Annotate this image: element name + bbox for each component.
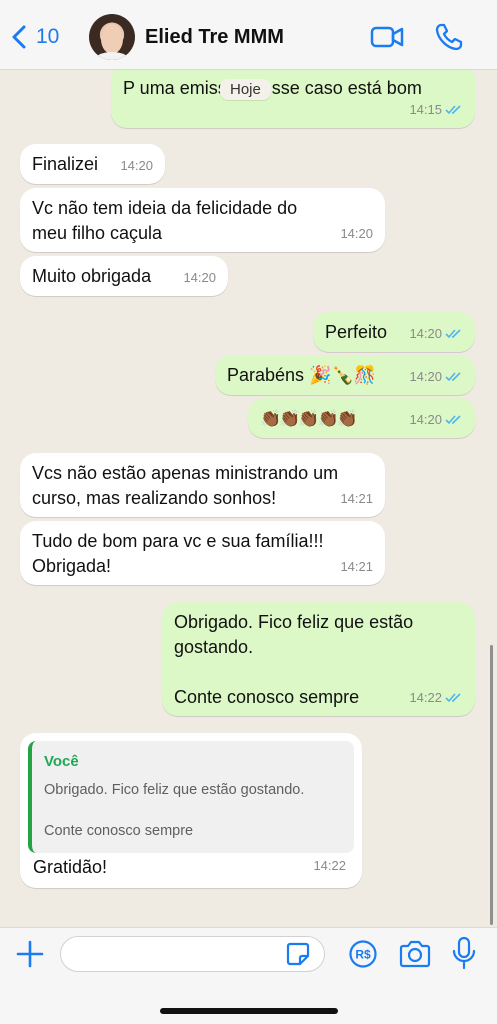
double-check-icon xyxy=(445,329,461,339)
message-meta: 14:15 xyxy=(409,97,463,122)
message-text: Vcs não estão apenas ministrando um curs… xyxy=(32,463,339,508)
quote-text-line1: Obrigado. Fico feliz que estão gostando. xyxy=(44,782,305,798)
message-meta: 14:22 xyxy=(409,685,463,710)
back-button[interactable]: 10 xyxy=(10,22,59,52)
quoted-message[interactable]: Você Obrigado. Fico feliz que estão gost… xyxy=(28,741,354,853)
double-check-icon xyxy=(445,415,461,425)
message-meta: 14:20 xyxy=(409,321,463,346)
home-indicator xyxy=(160,1008,338,1014)
message-text: Parabéns 🎉🍾🎊 xyxy=(227,365,377,385)
message-meta: 14:22 xyxy=(313,853,346,878)
message-time: 14:20 xyxy=(340,226,373,241)
message-meta: 14:20 xyxy=(340,221,373,246)
message-time: 14:21 xyxy=(340,491,373,506)
video-call-icon[interactable] xyxy=(370,22,404,52)
message-text: Perfeito xyxy=(325,322,388,342)
avatar-face xyxy=(101,24,123,54)
avatar[interactable] xyxy=(89,14,135,60)
phone-icon[interactable] xyxy=(432,22,466,52)
message-text: Vc não tem ideia da felicidade do meu fi… xyxy=(32,198,298,243)
message-time: 14:20 xyxy=(409,326,442,341)
scrollbar[interactable] xyxy=(490,645,493,925)
message-bubble-outgoing[interactable]: Obrigado. Fico feliz que estão gostando.… xyxy=(162,602,475,716)
microphone-icon[interactable] xyxy=(451,936,477,970)
message-bubble-outgoing[interactable]: P uma emissão nesse caso está bom 14:15 xyxy=(111,70,475,128)
quote-author: Você xyxy=(44,753,79,770)
avatar-shirt xyxy=(93,52,131,60)
chevron-left-icon xyxy=(12,25,26,49)
message-time: 14:20 xyxy=(120,158,153,173)
message-meta: 14:20 xyxy=(409,407,463,432)
message-text: Finalizei xyxy=(32,154,99,174)
message-meta: 14:21 xyxy=(340,554,373,579)
message-bubble-incoming[interactable]: Vc não tem ideia da felicidade do meu fi… xyxy=(20,188,385,252)
message-list[interactable]: P uma emissão nesse caso está bom 14:15 … xyxy=(0,70,497,927)
message-time: 14:20 xyxy=(183,270,216,285)
message-meta: 14:21 xyxy=(340,486,373,511)
message-text-line1: Obrigado. Fico feliz que estão gostando. xyxy=(174,612,414,657)
message-time: 14:22 xyxy=(409,690,442,705)
message-text: Gratidão! xyxy=(33,857,108,877)
message-bubble-incoming[interactable]: Tudo de bom para vc e sua família!!! Obr… xyxy=(20,521,385,585)
message-text: Muito obrigada xyxy=(32,266,152,286)
svg-text:R$: R$ xyxy=(355,948,371,962)
unread-count: 10 xyxy=(36,25,60,48)
double-check-icon xyxy=(445,693,461,703)
message-bubble-incoming[interactable]: Finalizei 14:20 xyxy=(20,144,165,184)
quote-text-line2: Conte conosco sempre xyxy=(44,823,194,839)
message-bubble-outgoing[interactable]: 👏🏾👏🏾👏🏾👏🏾👏🏾 14:20 xyxy=(248,398,475,438)
plus-icon[interactable] xyxy=(16,940,44,968)
date-separator: Hoje xyxy=(220,79,271,100)
message-bubble-incoming[interactable]: Você Obrigado. Fico feliz que estão gost… xyxy=(20,733,362,888)
pix-payment-icon[interactable]: R$ xyxy=(348,939,378,969)
message-text: P uma emissão nesse caso está bom xyxy=(123,78,422,98)
message-text: Tudo de bom para vc e sua família!!! Obr… xyxy=(32,531,324,576)
message-time: 14:21 xyxy=(340,559,373,574)
composer-bar: R$ xyxy=(0,927,497,1024)
message-time: 14:20 xyxy=(409,369,442,384)
message-bubble-outgoing[interactable]: Perfeito 14:20 xyxy=(313,312,475,352)
double-check-icon xyxy=(445,105,461,115)
message-meta: 14:20 xyxy=(409,364,463,389)
double-check-icon xyxy=(445,372,461,382)
message-meta: 14:20 xyxy=(183,265,216,290)
message-bubble-outgoing[interactable]: Parabéns 🎉🍾🎊 14:20 xyxy=(215,355,475,395)
sticker-icon[interactable] xyxy=(285,941,311,967)
message-bubble-incoming[interactable]: Vcs não estão apenas ministrando um curs… xyxy=(20,453,385,517)
camera-icon[interactable] xyxy=(398,939,432,969)
message-time: 14:22 xyxy=(313,858,346,873)
contact-name[interactable]: Elied Tre MMM xyxy=(145,26,284,49)
message-bubble-incoming[interactable]: Muito obrigada 14:20 xyxy=(20,256,228,296)
message-time: 14:15 xyxy=(409,102,442,117)
message-meta: 14:20 xyxy=(120,153,153,178)
chat-header: 10 Elied Tre MMM xyxy=(0,0,497,70)
message-text: 👏🏾👏🏾👏🏾👏🏾👏🏾 xyxy=(260,409,358,428)
message-time: 14:20 xyxy=(409,412,442,427)
